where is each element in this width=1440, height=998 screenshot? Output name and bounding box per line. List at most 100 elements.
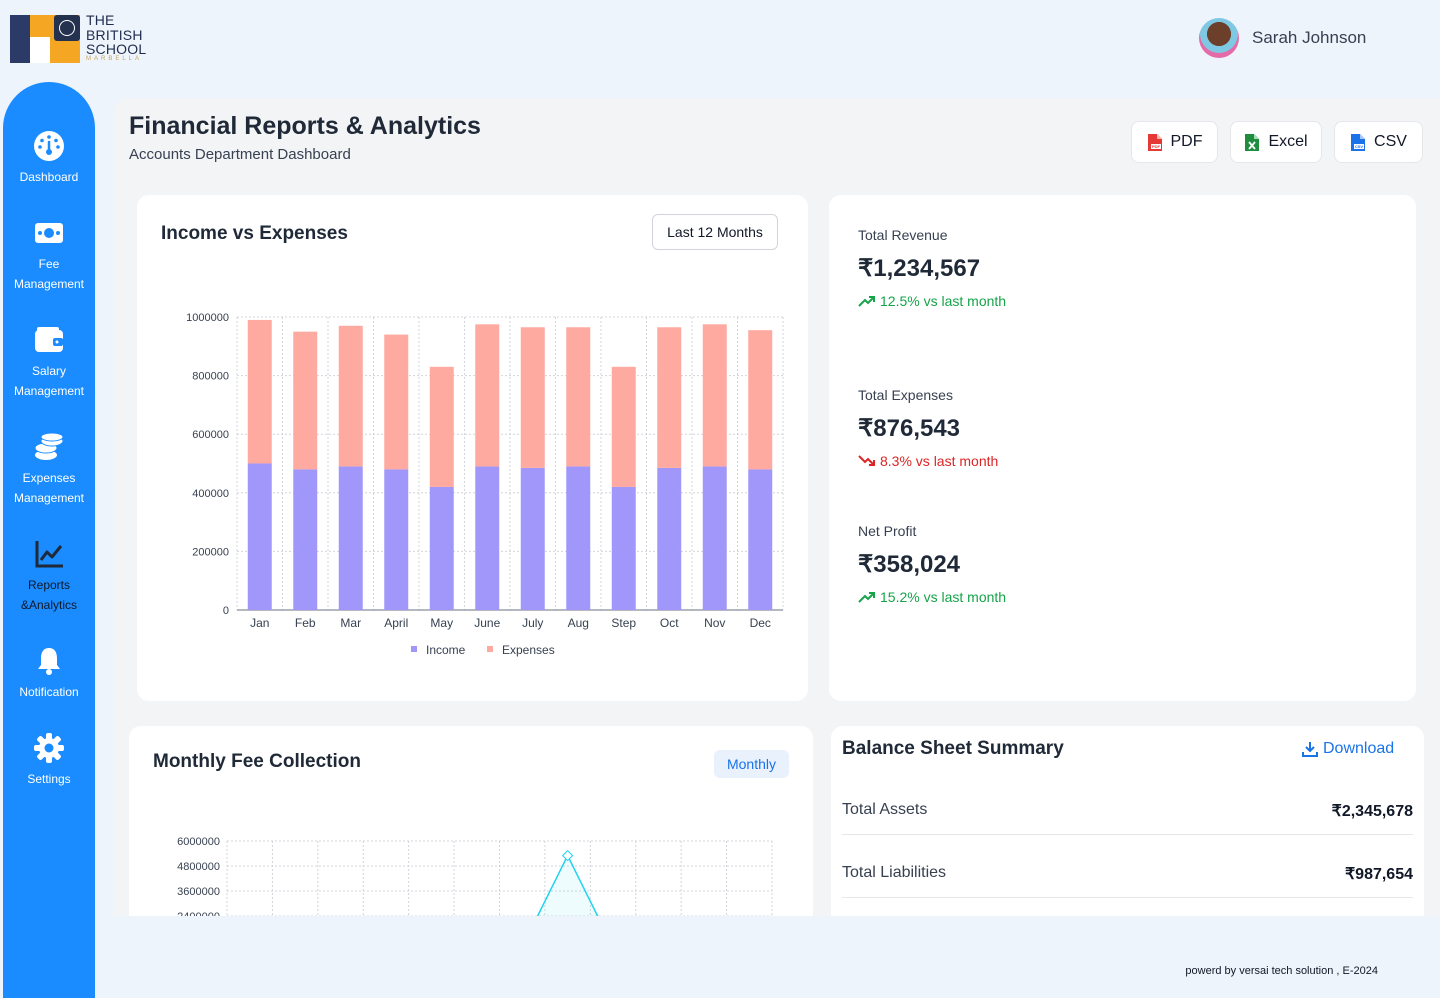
bar-expenses (657, 327, 682, 468)
trend-up-icon (858, 592, 875, 603)
stat-trend-text: 15.2% vs last month (880, 589, 1007, 605)
user-profile[interactable]: Sarah Johnson (1199, 18, 1366, 58)
sidebar-item-label: Notification (19, 685, 79, 699)
bar-income (702, 466, 727, 610)
stat-trend: 12.5% vs last month (858, 293, 1006, 309)
sidebar-item-fee-management[interactable]: Fee Management (3, 217, 95, 294)
export-csv-button[interactable]: CSV CSV (1334, 121, 1423, 163)
stat-value: ₹358,024 (858, 551, 961, 578)
bar-expenses (702, 324, 727, 467)
x-tick-label: Nov (704, 616, 725, 630)
sidebar: Dashboard Fee Management Salary Manageme… (3, 82, 95, 998)
bar-income (384, 469, 409, 610)
x-tick-label: Step (611, 616, 636, 630)
top-bar: THE BRITISH SCHOOL MARBELLA Sarah Johnso… (0, 0, 1440, 76)
wallet-icon (35, 327, 63, 352)
download-label: Download (1323, 740, 1395, 757)
money-bill-icon (35, 223, 63, 243)
y-tick-label: 4800000 (177, 861, 220, 873)
stat-label: Net Profit (858, 523, 917, 539)
export-pdf-button[interactable]: PDF PDF (1131, 121, 1218, 163)
bar-income (520, 467, 545, 610)
sidebar-item-notification[interactable]: Notification (3, 645, 95, 702)
balance-sheet-title: Balance Sheet Summary (842, 738, 1064, 759)
sidebar-item-label: Dashboard (19, 170, 79, 184)
download-button[interactable]: Download (1302, 740, 1394, 758)
x-tick-label: June (474, 616, 500, 630)
user-name: Sarah Johnson (1252, 28, 1367, 47)
balance-row-value: ₹2,345,678 (1331, 803, 1413, 820)
stat-trend-text: 12.5% vs last month (880, 293, 1007, 309)
x-tick-label: Aug (568, 616, 589, 630)
period-select[interactable]: Monthly (714, 750, 789, 778)
school-logo[interactable]: THE BRITISH SCHOOL MARBELLA (10, 13, 160, 65)
sidebar-item-dashboard[interactable]: Dashboard (3, 130, 95, 187)
footer: powerd by versai tech solution , E-2024 (103, 916, 1440, 998)
svg-text:CSV: CSV (1355, 144, 1364, 149)
bar-expenses (748, 330, 773, 470)
logo-white-block (30, 37, 50, 63)
bar-income (657, 467, 682, 610)
page-title: Financial Reports & Analytics (129, 112, 481, 140)
gear-icon (34, 733, 64, 763)
bar-income (566, 466, 591, 610)
sidebar-item-label: Expenses Management (13, 471, 85, 505)
legend-label: Expenses (502, 643, 555, 657)
svg-text:PDF: PDF (1152, 144, 1161, 149)
y-tick-label: 400000 (192, 488, 229, 500)
sidebar-item-label: Settings (27, 772, 71, 786)
y-tick-label: 0 (223, 605, 229, 617)
y-tick-label: 1000000 (186, 312, 229, 324)
bar-income (475, 466, 500, 610)
x-tick-label: April (384, 616, 408, 630)
pdf-file-icon: PDF (1147, 133, 1162, 151)
bar-income (748, 469, 773, 610)
school-name-line1: THE (86, 12, 115, 28)
stat-value: ₹1,234,567 (858, 255, 981, 282)
stat-trend-text: 8.3% vs last month (880, 453, 999, 469)
export-excel-label: Excel (1268, 133, 1308, 150)
bar-expenses (566, 327, 591, 467)
income-expenses-title: Income vs Expenses (161, 223, 348, 244)
export-excel-button[interactable]: Excel (1230, 121, 1322, 163)
bar-expenses (247, 319, 272, 464)
fee-collection-chart: 2400000360000048000006000000 (177, 836, 773, 920)
x-tick-label: Jan (250, 616, 269, 630)
fee-collection-title: Monthly Fee Collection (153, 751, 361, 772)
avatar[interactable] (1199, 18, 1239, 58)
x-tick-label: Mar (340, 616, 361, 630)
balance-row-value: ₹987,654 (1344, 866, 1413, 883)
x-tick-label: May (430, 616, 453, 630)
x-tick-label: July (522, 616, 543, 630)
stat-value: ₹876,543 (858, 415, 961, 442)
bar-expenses (338, 325, 363, 467)
y-tick-label: 6000000 (177, 836, 220, 848)
range-select[interactable]: Last 12 Months (652, 214, 778, 250)
sidebar-item-salary-management[interactable]: Salary Management (3, 324, 95, 401)
net-profit-stat: Net Profit ₹358,024 15.2% vs last month (834, 496, 1410, 630)
line-point (561, 849, 574, 862)
sidebar-item-settings[interactable]: Settings (3, 732, 95, 789)
sidebar-item-reports-analytics[interactable]: Reports &Analytics (3, 538, 95, 615)
excel-file-icon (1245, 133, 1260, 151)
download-icon (1302, 742, 1318, 757)
sidebar-item-expenses-management[interactable]: Expenses Management (3, 431, 95, 508)
trend-up-icon (858, 296, 875, 307)
school-location: MARBELLA (86, 56, 143, 62)
x-tick-label: Dec (750, 616, 771, 630)
x-tick-label: Feb (295, 616, 316, 630)
trend-down-icon (858, 455, 875, 466)
total-expenses-stat: Total Expenses ₹876,543 8.3% vs last mon… (834, 360, 1404, 470)
y-tick-label: 3600000 (177, 886, 220, 898)
crest-icon (54, 15, 80, 41)
dashboard-gauge-icon (34, 131, 64, 161)
footer-text: powerd by versai tech solution , E-2024 (1185, 965, 1378, 977)
sidebar-item-label: Salary Management (13, 364, 85, 398)
bar-income (429, 486, 454, 610)
stat-trend: 8.3% vs last month (858, 453, 998, 469)
csv-file-icon: CSV (1351, 133, 1366, 151)
sidebar-item-label: Reports &Analytics (20, 578, 78, 612)
bell-icon (38, 648, 60, 675)
balance-row-assets: Total Assets ₹2,345,678 (842, 795, 1413, 835)
stat-trend: 15.2% vs last month (858, 589, 1006, 605)
